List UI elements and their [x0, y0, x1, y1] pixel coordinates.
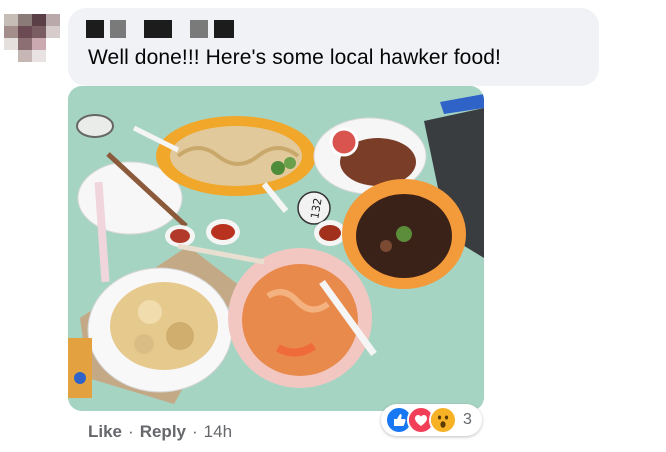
avatar[interactable]: [4, 14, 60, 62]
comment-text: Well done!!! Here's some local hawker fo…: [88, 46, 501, 69]
comment-bubble: Well done!!! Here's some local hawker fo…: [68, 8, 599, 86]
reactions-summary[interactable]: 3: [381, 404, 482, 436]
reaction-count: 3: [463, 411, 472, 428]
reply-link[interactable]: Reply: [140, 422, 186, 442]
separator: ·: [192, 422, 198, 441]
attached-photo[interactable]: 132: [68, 86, 484, 411]
wow-icon: [429, 406, 457, 434]
separator: ·: [128, 422, 134, 441]
author-name-redacted[interactable]: [86, 20, 234, 38]
like-link[interactable]: Like: [88, 422, 122, 442]
comment-actions: Like · Reply · 14h: [88, 422, 232, 442]
timestamp[interactable]: 14h: [204, 422, 232, 442]
